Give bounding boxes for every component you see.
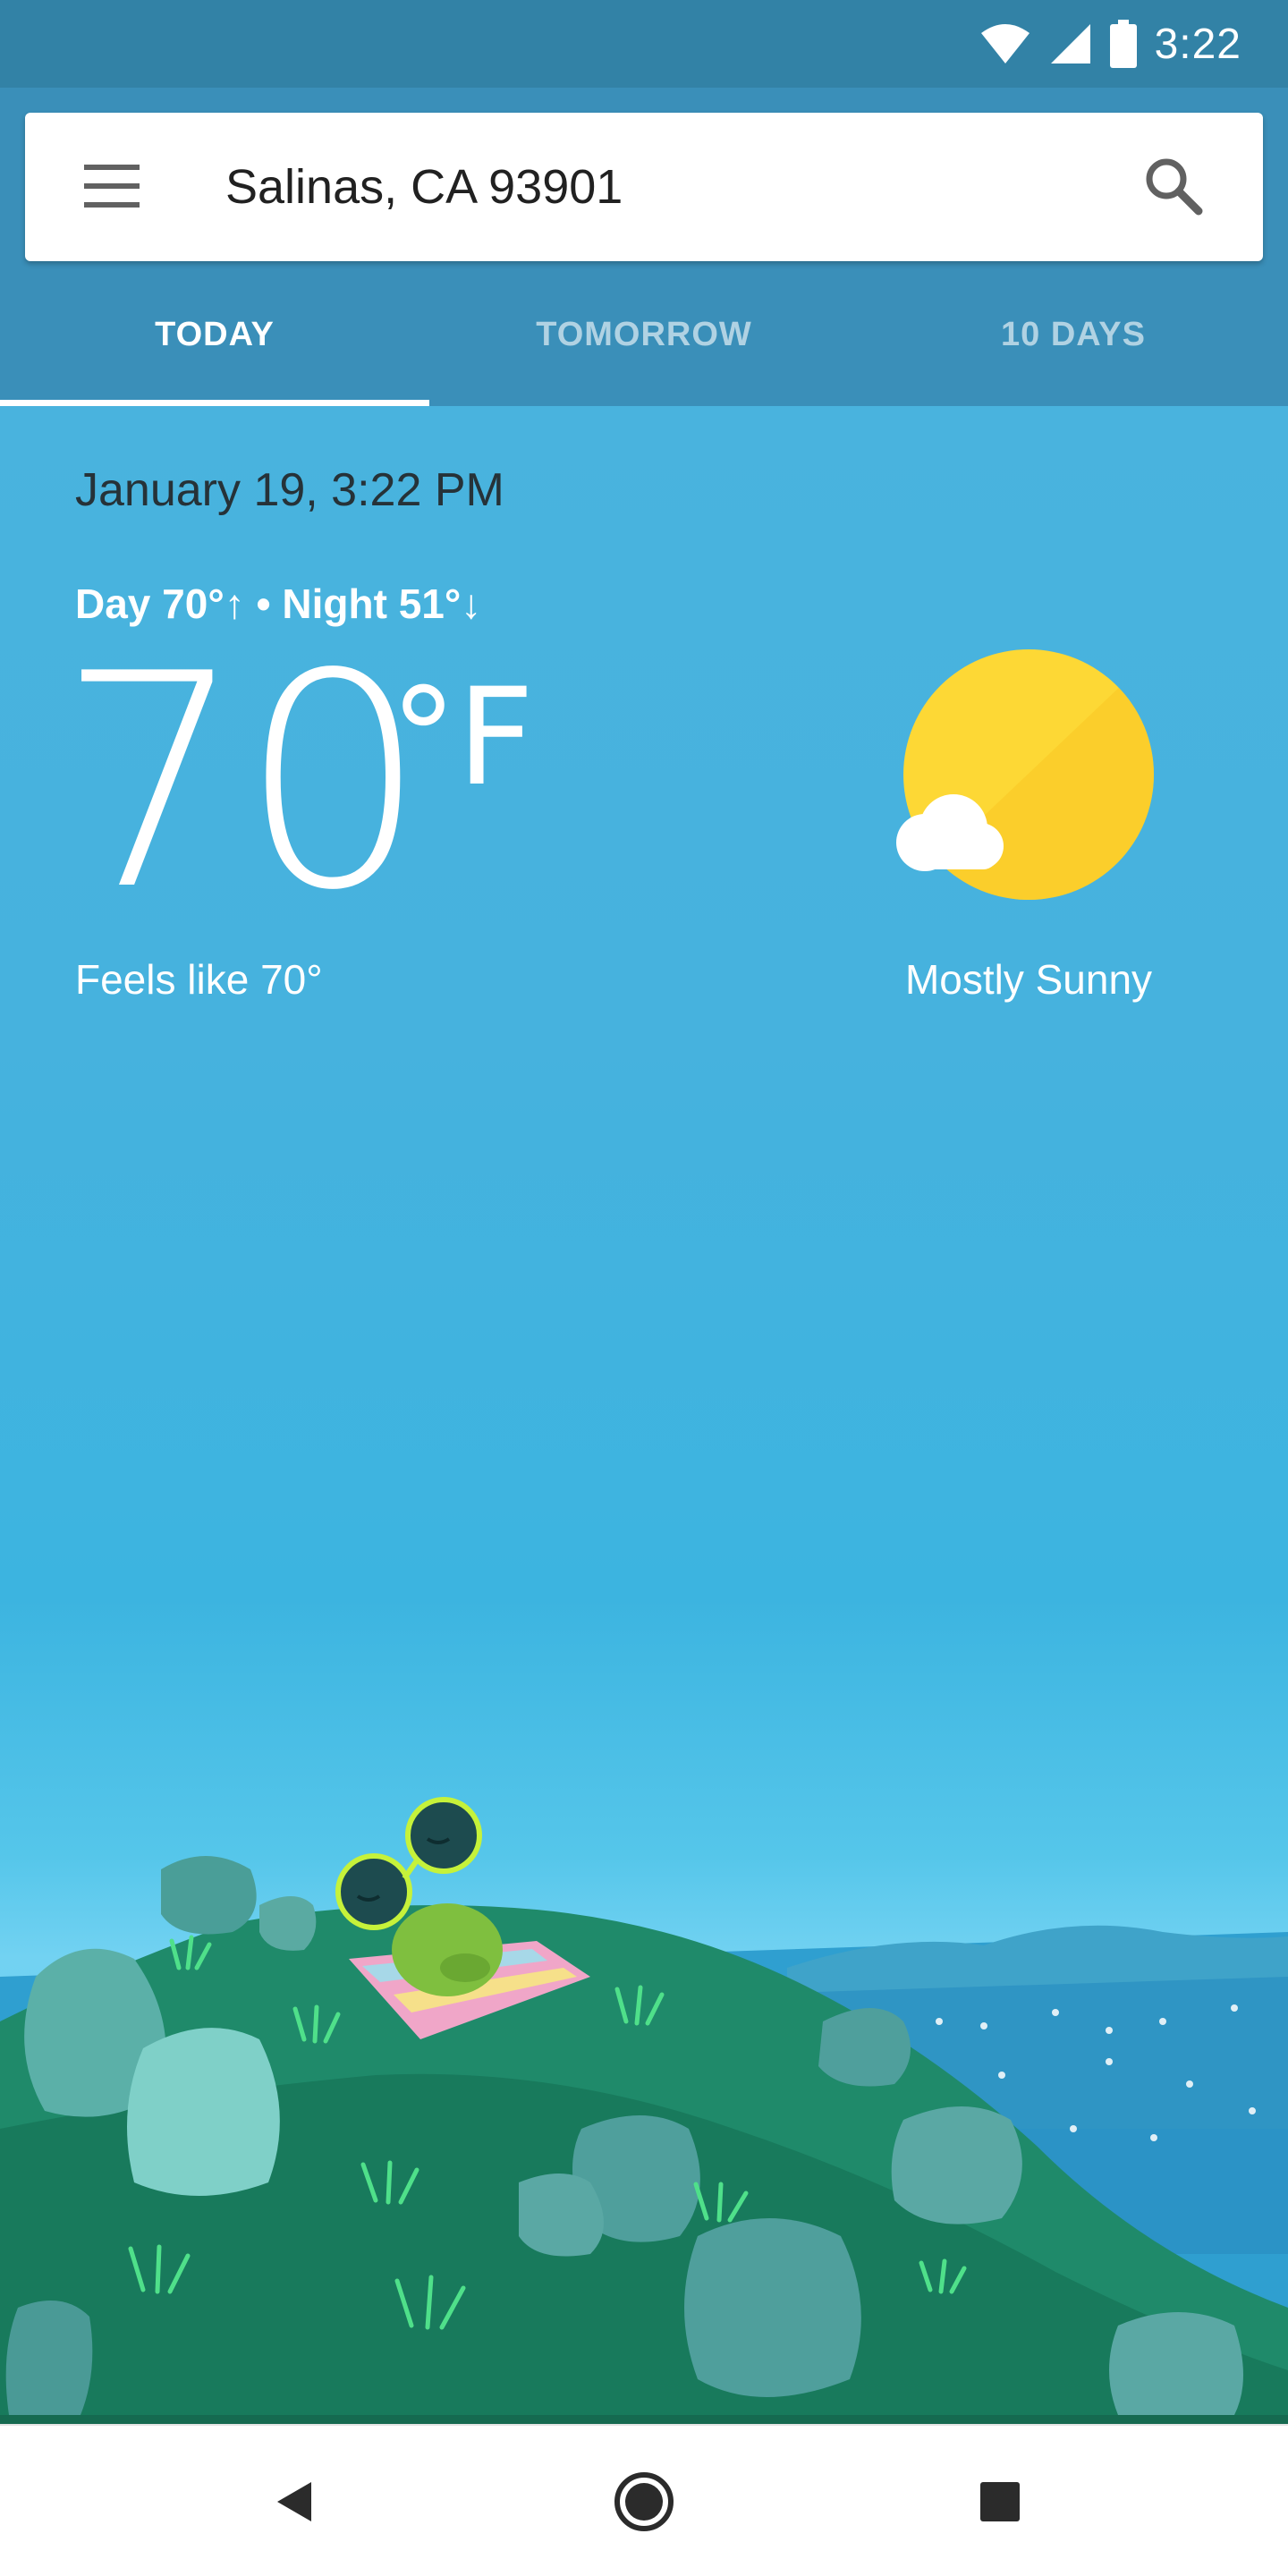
condition-label: Mostly Sunny [904, 956, 1153, 1003]
weather-app-screen: 3:22 Salinas, CA 93901 TODAY TOMORROW 10… [0, 0, 1288, 2576]
forecast-tabs: TODAY TOMORROW 10 DAYS [0, 299, 1288, 406]
location-text[interactable]: Salinas, CA 93901 [225, 157, 623, 216]
location-search-bar[interactable]: Salinas, CA 93901 [25, 113, 1263, 261]
frog-landscape-illustration [0, 1797, 1288, 2424]
status-icons: 3:22 [979, 16, 1241, 72]
tab-10-days-label: 10 DAYS [1001, 316, 1146, 353]
feels-like: Feels like 70° [75, 956, 323, 1003]
wifi-icon [980, 24, 1030, 64]
tab-today[interactable]: TODAY [0, 299, 429, 406]
tab-today-label: TODAY [155, 316, 275, 353]
temperature-value: 70 [57, 611, 428, 954]
status-time: 3:22 [1154, 20, 1241, 68]
search-icon[interactable] [1141, 154, 1206, 218]
menu-icon[interactable] [84, 163, 140, 209]
recents-icon[interactable] [964, 2466, 1036, 2538]
tab-10-days[interactable]: 10 DAYS [859, 299, 1288, 406]
status-bar: 3:22 [0, 0, 1288, 88]
app-header: Salinas, CA 93901 TODAY TOMORROW 10 DAYS [0, 88, 1288, 406]
mostly-sunny-icon [896, 649, 1154, 900]
system-nav-bar [0, 2424, 1288, 2576]
active-tab-indicator [0, 400, 429, 406]
home-icon[interactable] [608, 2466, 680, 2538]
cell-signal-icon [1050, 24, 1090, 64]
back-icon[interactable] [259, 2466, 331, 2538]
tab-tomorrow[interactable]: TOMORROW [429, 299, 859, 406]
tab-tomorrow-label: TOMORROW [536, 316, 752, 353]
current-datetime: January 19, 3:22 PM [75, 464, 504, 516]
temperature-unit: °F [390, 660, 535, 816]
battery-icon [1109, 20, 1137, 68]
